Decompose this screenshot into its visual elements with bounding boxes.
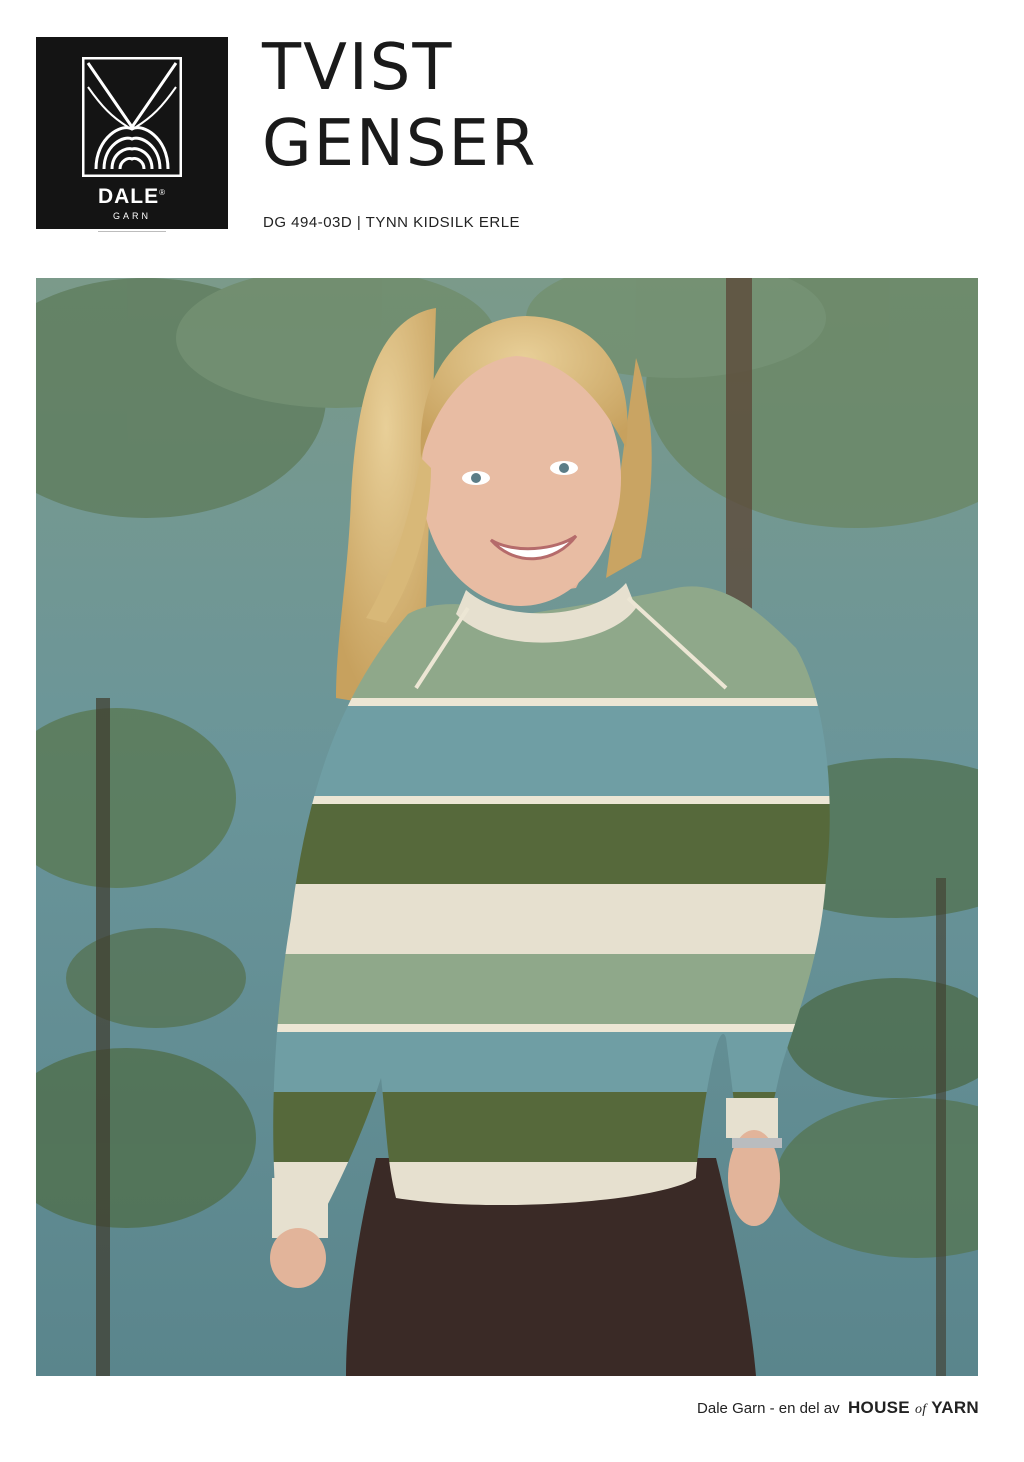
page-title: TVIST GENSER <box>262 30 537 182</box>
model-photo-illustration <box>36 278 978 1376</box>
title-line-1: TVIST <box>262 31 454 105</box>
pattern-code: DG 494-03D | TYNN KIDSILK ERLE <box>263 214 521 231</box>
cover-photo <box>36 278 978 1376</box>
footer-house-of-yarn: HOUSE of YARN <box>847 1398 979 1417</box>
logo-house-of-yarn: HOUSE of YARN <box>87 239 177 251</box>
footer-credit: Dale Garn - en del av HOUSE of YARN <box>697 1398 979 1418</box>
logo-brand: DALE® <box>97 185 167 208</box>
footer-text: Dale Garn - en del av <box>697 1400 840 1417</box>
dale-garn-logo: DALE® GARN HOUSE of YARN <box>36 37 228 251</box>
title-line-2: GENSER <box>262 107 538 181</box>
logo-sub: GARN <box>112 211 151 221</box>
dale-emblem-icon <box>82 57 182 177</box>
logo-divider <box>98 231 166 232</box>
